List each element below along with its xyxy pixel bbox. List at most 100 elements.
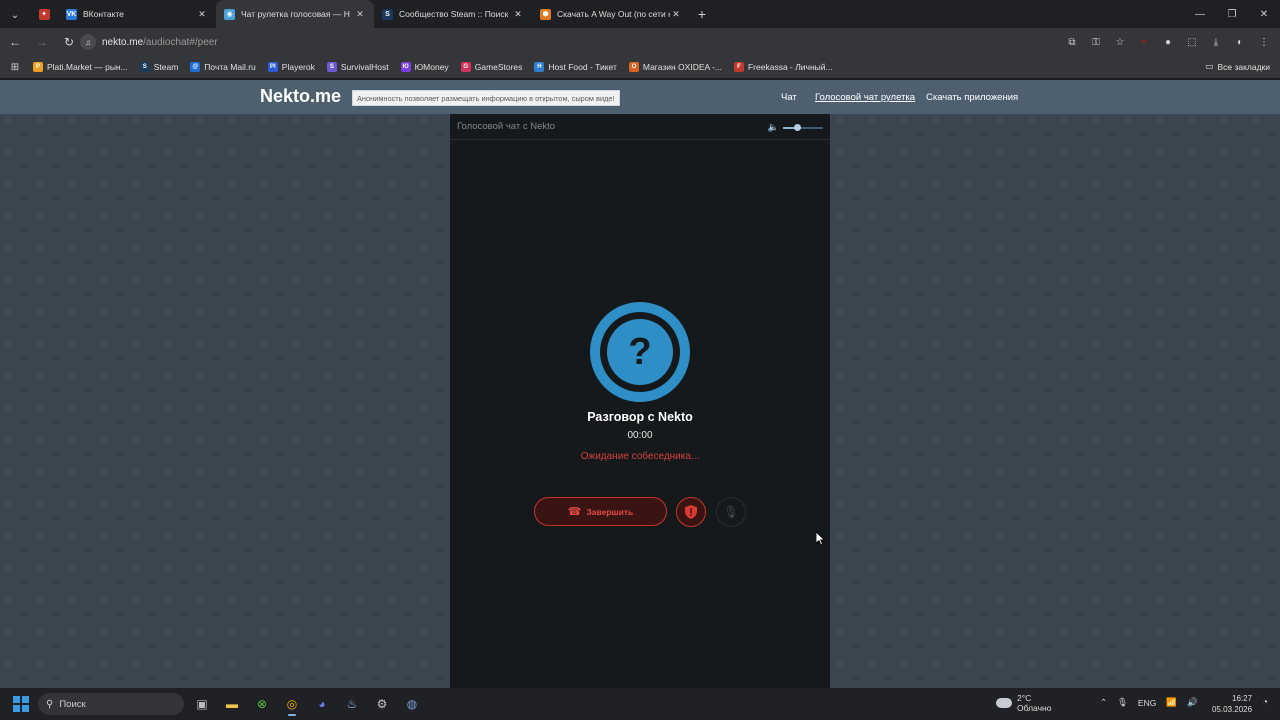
microphone-tray-icon[interactable]: 🎙 bbox=[1117, 697, 1128, 708]
end-call-label: Завершить bbox=[586, 506, 634, 517]
report-button[interactable] bbox=[676, 497, 706, 527]
toolbar-icons: ⧉ ⚿ ☆ ✦ ● ⬚ ⤓ ◐ ⋮ bbox=[1062, 32, 1274, 52]
bookmark-label: SurvivalHost bbox=[340, 62, 389, 72]
speaker-icon[interactable]: 🔈 bbox=[768, 122, 779, 133]
download-icon[interactable]: ⤓ bbox=[1206, 32, 1226, 52]
steam-icon: S bbox=[382, 8, 393, 20]
tab-pinned-vk[interactable]: ✦ bbox=[30, 0, 58, 28]
bookmark-favicon-icon: S bbox=[326, 62, 337, 72]
bookmark-favicon-icon: H bbox=[534, 62, 545, 72]
bookmark-item[interactable]: O Магазин OXIDEA -... bbox=[628, 62, 722, 72]
password-key-icon[interactable]: ⚿ bbox=[1086, 32, 1106, 52]
system-clock[interactable]: 16:27 05.03.2026 bbox=[1212, 693, 1252, 715]
windows-taskbar: ⚲ Поиск ▣ ▬ ⊗ ◎ ◕ ♨ ⚙ ◍ 2°C Облачно ⌃ 🎙 … bbox=[0, 688, 1280, 720]
mute-mic-button[interactable]: 🎙 bbox=[716, 497, 746, 527]
apps-grid-icon[interactable]: ⊞ bbox=[3, 55, 27, 79]
forward-icon[interactable]: → bbox=[30, 30, 54, 54]
tab-steam-community[interactable]: S Сообщество Steam :: Поиск ✕ bbox=[374, 0, 532, 28]
windows-start-icon[interactable] bbox=[13, 696, 29, 712]
call-status: Ожидание собеседника... bbox=[580, 451, 700, 462]
steam-icon[interactable]: ♨ bbox=[340, 692, 364, 716]
site-logo[interactable]: Nekto.me bbox=[260, 86, 341, 107]
weather-temp: 2°C bbox=[1017, 693, 1032, 703]
bookmark-item[interactable]: S Steam bbox=[139, 62, 178, 72]
browser-app-icon[interactable]: ◍ bbox=[400, 692, 424, 716]
bookmark-star-icon[interactable]: ☆ bbox=[1110, 32, 1130, 52]
bookmark-favicon-icon: Pl bbox=[267, 62, 278, 72]
bookmark-item[interactable]: @ Почта Mail.ru bbox=[190, 62, 256, 72]
close-icon[interactable]: ✕ bbox=[354, 9, 366, 20]
speaker-tray-icon[interactable]: 🔊 bbox=[1187, 697, 1198, 708]
tab-a-way-out[interactable]: ⬢ Скачать A Way Out (по сети на ✕ bbox=[532, 0, 690, 28]
app-icon[interactable]: ⚙ bbox=[370, 692, 394, 716]
bookmark-label: Магазин OXIDEA -... bbox=[642, 62, 722, 72]
extension-red-icon[interactable]: ✦ bbox=[1134, 32, 1154, 52]
site-info-icon[interactable]: ♫ bbox=[80, 34, 96, 50]
nav-voice-chat[interactable]: Голосовой чат рулетка bbox=[815, 92, 915, 103]
bookmark-item[interactable]: H Host Food - Тикет bbox=[534, 62, 617, 72]
peer-avatar: ? bbox=[590, 302, 690, 402]
reload-icon[interactable]: ↻ bbox=[57, 30, 81, 54]
wifi-icon[interactable]: 📶 bbox=[1166, 697, 1177, 708]
restore-icon[interactable]: ❐ bbox=[1216, 0, 1248, 28]
file-explorer-icon[interactable]: ▬ bbox=[220, 692, 244, 716]
bookmark-item[interactable]: G GameStores bbox=[460, 62, 522, 72]
volume-knob[interactable] bbox=[793, 123, 801, 131]
search-icon: ⚲ bbox=[46, 698, 54, 710]
close-icon[interactable]: ✕ bbox=[512, 9, 524, 20]
back-icon[interactable]: ← bbox=[3, 30, 27, 54]
tab-title: Сообщество Steam :: Поиск bbox=[399, 9, 509, 19]
all-bookmarks[interactable]: ▭ Все закладки bbox=[1205, 61, 1270, 72]
voice-chat-panel: Голосовой чат с Nekto 🔈 ? Разговор с Nek… bbox=[450, 114, 830, 688]
extensions-puzzle-icon[interactable]: ⬚ bbox=[1182, 32, 1202, 52]
discord-icon[interactable]: ◕ bbox=[310, 692, 334, 716]
xbox-icon[interactable]: ⊗ bbox=[250, 692, 274, 716]
bookmark-favicon-icon: F bbox=[733, 62, 744, 72]
profile-avatar[interactable]: ◐ bbox=[1230, 32, 1250, 52]
panel-title: Голосовой чат с Nekto bbox=[457, 121, 556, 132]
task-view-icon[interactable]: ▣ bbox=[190, 692, 214, 716]
bookmark-favicon-icon: @ bbox=[190, 62, 201, 72]
chevron-up-icon[interactable]: ⌃ bbox=[1100, 697, 1107, 708]
tab-vkontakte[interactable]: VK ВКонтакте ✕ bbox=[58, 0, 216, 28]
bookmark-favicon-icon: O bbox=[628, 62, 639, 72]
url-host: nekto.me bbox=[102, 36, 144, 48]
minimize-icon[interactable]: — bbox=[1184, 0, 1216, 28]
url-path: /audiochat#/peer bbox=[143, 36, 218, 48]
bookmark-favicon-icon: P bbox=[33, 62, 43, 72]
page-content: Nekto.me Анонимность позволяет размещать… bbox=[0, 80, 1280, 688]
site-header: Nekto.me Анонимность позволяет размещать… bbox=[0, 80, 1280, 114]
nav-download-apps[interactable]: Скачать приложения bbox=[926, 92, 1018, 103]
close-window-icon[interactable]: ✕ bbox=[1248, 0, 1280, 28]
all-bookmarks-label: Все закладки bbox=[1217, 61, 1270, 72]
menu-dots-icon[interactable]: ⋮ bbox=[1254, 32, 1274, 52]
extension-circle-icon[interactable]: ● bbox=[1158, 32, 1178, 52]
address-bar[interactable]: ♫ nekto.me/audiochat#/peer bbox=[80, 31, 1110, 53]
nekto-icon: ◉ bbox=[224, 8, 235, 20]
weather-widget[interactable]: 2°C Облачно bbox=[996, 693, 1051, 713]
nav-chat[interactable]: Чат bbox=[781, 92, 797, 103]
tab-search-chevron-icon[interactable]: ⌄ bbox=[2, 2, 28, 28]
bookmark-item[interactable]: F Freekassa - Личный... bbox=[733, 62, 833, 72]
tab-nekto-voice-chat[interactable]: ◉ Чат рулетка голосовая — Н ✕ bbox=[216, 0, 374, 28]
volume-control[interactable]: 🔈 bbox=[768, 122, 823, 133]
bookmark-item[interactable]: Ю ЮMoney bbox=[400, 62, 449, 72]
language-indicator[interactable]: ENG bbox=[1138, 698, 1156, 708]
close-icon[interactable]: ✕ bbox=[670, 9, 682, 20]
bookmark-item[interactable]: Pl Playerok bbox=[267, 62, 315, 72]
bookmark-favicon-icon: G bbox=[460, 62, 471, 72]
new-tab-button[interactable]: + bbox=[690, 2, 714, 26]
notification-icon[interactable]: ◔ bbox=[1262, 697, 1276, 711]
tab-title: ВКонтакте bbox=[83, 9, 124, 19]
close-icon[interactable]: ✕ bbox=[196, 9, 208, 20]
bookmark-item[interactable]: S SurvivalHost bbox=[326, 62, 389, 72]
bookmark-item[interactable]: P Plati.Market — рын... bbox=[33, 62, 128, 72]
bookmark-list: P Plati.Market — рын... S Steam @ Почта Mail.… bbox=[33, 62, 845, 72]
chrome-icon[interactable]: ◎ bbox=[280, 692, 304, 716]
volume-slider[interactable] bbox=[783, 123, 823, 131]
end-call-button[interactable]: ☎ Завершить bbox=[534, 497, 667, 526]
search-placeholder: Поиск bbox=[59, 698, 86, 710]
tab-title: Чат рулетка голосовая — Н bbox=[241, 9, 350, 19]
install-app-icon[interactable]: ⧉ bbox=[1062, 32, 1082, 52]
taskbar-search[interactable]: ⚲ Поиск bbox=[38, 693, 184, 715]
